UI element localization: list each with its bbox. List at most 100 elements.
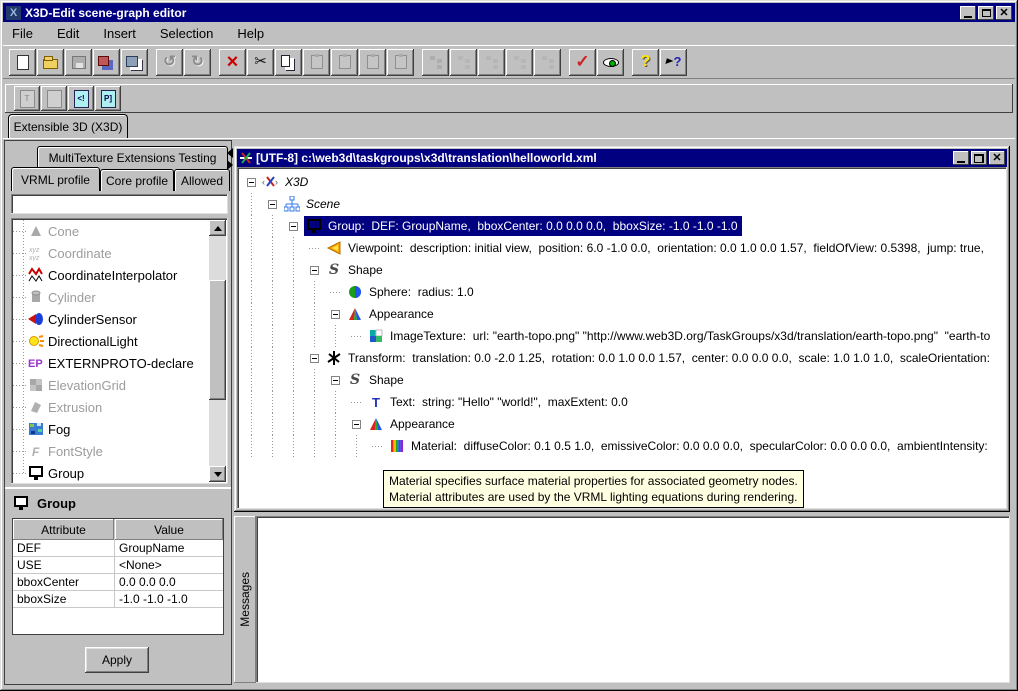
title-bar[interactable]: X X3D-Edit scene-graph editor ✕ (3, 3, 1015, 22)
tab-extensible-3d[interactable]: Extensible 3D (X3D) (8, 114, 128, 139)
close-button[interactable]: ✕ (996, 6, 1012, 20)
attr-name: bboxCenter (13, 574, 115, 590)
scroll-up-button[interactable] (209, 220, 226, 236)
tree-row-shape[interactable]: S Shape (241, 259, 1004, 281)
attribute-panel-title: Group (37, 496, 76, 511)
externproto-icon: EP (27, 355, 44, 371)
paste-child-button (359, 49, 386, 76)
list-item-coordinate-interpolator[interactable]: CoordinateInterpolator (13, 264, 209, 286)
list-item-externproto-declare[interactable]: EPEXTERNPROTO-declare (13, 352, 209, 374)
expand-toggle[interactable] (331, 376, 340, 385)
expand-toggle[interactable] (352, 420, 361, 429)
delete-button[interactable]: × (219, 49, 246, 76)
tree-row-viewpoint[interactable]: Viewpoint: description: initial view, po… (241, 237, 1004, 259)
list-item-directional-light[interactable]: DirectionalLight (13, 330, 209, 352)
editor-minimize-button[interactable] (953, 151, 969, 165)
list-item-fog[interactable]: Fog (13, 418, 209, 440)
expand-toggle[interactable] (268, 200, 277, 209)
help-button[interactable]: ? (632, 49, 659, 76)
tree-row-scene[interactable]: Scene (241, 193, 1004, 215)
expand-toggle[interactable] (331, 310, 340, 319)
tree-row-appearance[interactable]: Appearance (241, 303, 1004, 325)
maximize-button[interactable] (978, 6, 994, 20)
toolbar: ↺ ↻ × ✂ ✓ ? ? (3, 45, 1015, 79)
attr-value[interactable]: <None> (115, 557, 223, 573)
copy-button[interactable] (275, 49, 302, 76)
cut-button[interactable]: ✂ (247, 49, 274, 76)
promote-node-icon (456, 54, 472, 70)
column-header-attribute[interactable]: Attribute (13, 519, 115, 540)
minimize-icon (957, 161, 965, 163)
tree-row-imagetexture[interactable]: ImageTexture: url: "earth-topo.png" "htt… (241, 325, 1004, 347)
list-item-extrusion: Extrusion (13, 396, 209, 418)
tree-row-material[interactable]: Material: diffuseColor: 0.1 0.5 1.0, emi… (241, 435, 1004, 457)
minimize-button[interactable] (960, 6, 976, 20)
shape-icon: S (325, 262, 343, 278)
tree-row-shape2[interactable]: S Shape (241, 369, 1004, 391)
context-help-button[interactable]: ? (660, 49, 687, 76)
menu-edit[interactable]: Edit (57, 26, 79, 41)
palette-filter-input[interactable] (11, 194, 228, 214)
attribute-panel: Group Attribute Value DEFGroupName USE<N… (5, 487, 231, 684)
close-icon: ✕ (992, 153, 1001, 163)
editor-close-button[interactable]: ✕ (989, 151, 1005, 165)
open-file-button[interactable] (37, 49, 64, 76)
scrollbar-thumb[interactable] (209, 280, 226, 400)
new-document-button[interactable] (9, 49, 36, 76)
insert-pi-button[interactable]: P] (95, 86, 121, 111)
selected-node[interactable]: Group: DEF: GroupName, bboxCenter: 0.0 0… (304, 216, 742, 236)
scene-icon (283, 196, 301, 212)
validate-button[interactable]: ✓ (569, 49, 596, 76)
expand-toggle[interactable] (247, 178, 256, 187)
template-toolbar: T <! P] (5, 84, 1013, 113)
tree-row-group[interactable]: Group: DEF: GroupName, bboxCenter: 0.0 0… (241, 215, 1004, 237)
scroll-down-button[interactable] (209, 466, 226, 482)
collapse-left-icon[interactable] (227, 148, 233, 158)
demote-node-icon (484, 54, 500, 70)
template-text-icon: T (20, 90, 35, 108)
save-all-button[interactable] (93, 49, 120, 76)
expand-toggle[interactable] (310, 266, 319, 275)
messages-label: Messages (238, 572, 252, 627)
expand-toggle[interactable] (289, 222, 298, 231)
svg-text:›: › (275, 177, 278, 187)
paste-sibling-icon (339, 55, 351, 69)
menu-file[interactable]: File (12, 26, 33, 41)
material-icon (388, 438, 406, 454)
tab-allowed[interactable]: Allowed (174, 169, 230, 191)
editor-restore-button[interactable] (971, 151, 987, 165)
paste-replace-icon (395, 55, 407, 69)
messages-tab: Messages (234, 516, 256, 683)
cone-icon (27, 223, 44, 239)
preview-scene-button[interactable] (597, 49, 624, 76)
save-copy-button[interactable] (121, 49, 148, 76)
menu-help[interactable]: Help (237, 26, 264, 41)
palette-scrollbar[interactable] (209, 220, 226, 482)
tab-core-profile[interactable]: Core profile (100, 169, 174, 191)
tree-row-appearance2[interactable]: Appearance (241, 413, 1004, 435)
menu-insert[interactable]: Insert (103, 26, 136, 41)
tree-row-text[interactable]: T Text: string: "Hello" "world!", maxExt… (241, 391, 1004, 413)
editor-title-bar[interactable]: [UTF-8] c:\web3d\taskgroups\x3d\translat… (237, 149, 1007, 167)
tree-row-sphere[interactable]: Sphere: radius: 1.0 (241, 281, 1004, 303)
fog-icon (27, 421, 44, 437)
menu-selection[interactable]: Selection (160, 26, 213, 41)
elevation-grid-icon (27, 377, 44, 393)
tab-vrml-profile[interactable]: VRML profile (11, 167, 100, 191)
column-header-value[interactable]: Value (115, 519, 223, 540)
attr-value[interactable]: GroupName (115, 540, 223, 556)
messages-content[interactable] (256, 516, 1010, 683)
tab-multitexture-extensions[interactable]: MultiTexture Extensions Testing (37, 146, 228, 168)
tree-row-x3d[interactable]: ‹› X3D (241, 171, 1004, 193)
collapse-right-icon[interactable] (227, 160, 233, 170)
comment-scroll-icon: <! (74, 90, 89, 108)
list-item-cylinder-sensor[interactable]: CylinderSensor (13, 308, 209, 330)
list-item-group[interactable]: Group (13, 462, 209, 482)
attr-value[interactable]: 0.0 0.0 0.0 (115, 574, 223, 590)
expand-toggle[interactable] (310, 354, 319, 363)
tree-row-transform[interactable]: Transform: translation: 0.0 -2.0 1.25, r… (241, 347, 1004, 369)
insert-comment-button[interactable]: <! (68, 86, 94, 111)
apply-button[interactable]: Apply (85, 647, 149, 673)
editor-title: [UTF-8] c:\web3d\taskgroups\x3d\translat… (256, 151, 951, 165)
attr-value[interactable]: -1.0 -1.0 -1.0 (115, 591, 223, 607)
